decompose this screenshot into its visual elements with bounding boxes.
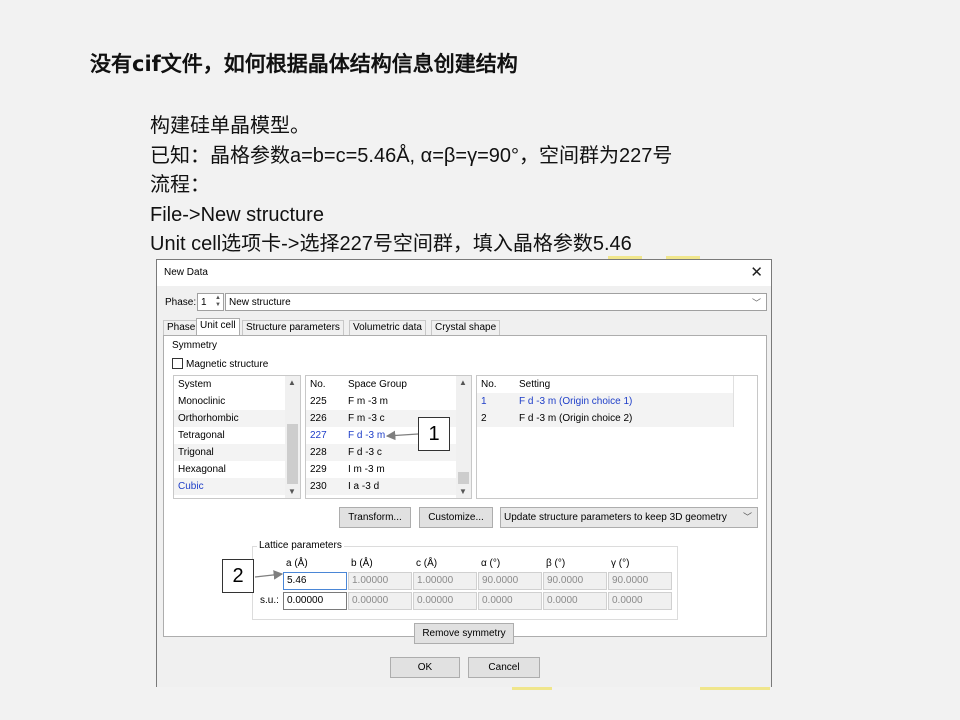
lattice-a-input[interactable]: 5.46	[283, 572, 347, 590]
su-gamma-input[interactable]: 0.0000	[608, 592, 672, 610]
list-item[interactable]: Trigonal	[174, 444, 300, 461]
table-row[interactable]: 2F d -3 m (Origin choice 2)	[477, 410, 733, 427]
table-row-selected[interactable]: 1F d -3 m (Origin choice 1)	[477, 393, 733, 410]
tab-structure-parameters[interactable]: Structure parameters	[242, 320, 344, 335]
tab-unit-cell[interactable]: Unit cell	[196, 318, 240, 336]
su-a-input[interactable]: 0.00000	[283, 592, 347, 610]
setting-list[interactable]: No. Setting 1F d -3 m (Origin choice 1) …	[476, 375, 758, 499]
phase-number: 1	[201, 297, 207, 308]
cancel-button[interactable]: Cancel	[468, 657, 540, 678]
su-alpha-input[interactable]: 0.0000	[478, 592, 542, 610]
table-row[interactable]: 229 I m -3 m	[306, 461, 471, 478]
column-divider	[733, 376, 734, 427]
ok-button[interactable]: OK	[390, 657, 460, 678]
header-beta: β (°)	[546, 558, 566, 569]
spacegroup-no-header: No.	[310, 379, 326, 390]
magnetic-structure-checkbox[interactable]: Magnetic structure	[172, 358, 268, 370]
dialog-titlebar[interactable]: New Data ✕	[157, 260, 771, 286]
body-line-5: Unit cell选项卡->选择227号空间群，填入晶格参数5.46	[150, 233, 632, 255]
tab-volumetric-data[interactable]: Volumetric data	[349, 320, 426, 335]
phase-spinner[interactable]: 1 ▲ ▼	[197, 293, 224, 311]
checkbox-box[interactable]	[172, 358, 183, 369]
header-c: c (Å)	[416, 558, 438, 569]
scroll-down-icon[interactable]: ▼	[288, 487, 296, 496]
body-line-3: 流程：	[150, 174, 210, 196]
header-a: a (Å)	[286, 558, 308, 569]
phase-name-combo[interactable]: New structure ﹀	[225, 293, 767, 311]
scroll-down-icon[interactable]: ▼	[459, 487, 467, 496]
list-item-selected[interactable]: Cubic	[174, 478, 300, 495]
su-beta-input[interactable]: 0.0000	[543, 592, 607, 610]
spacegroup-list-header: No. Space Group	[306, 376, 471, 393]
su-label: s.u.:	[260, 595, 279, 606]
callout-2: 2	[222, 559, 254, 593]
list-item[interactable]: Orthorhombic	[174, 410, 300, 427]
tab-phase[interactable]: Phase	[163, 320, 200, 335]
list-item[interactable]: Monoclinic	[174, 393, 300, 410]
new-data-dialog: New Data ✕ Phase: 1 ▲ ▼ New structure ﹀ …	[156, 259, 772, 687]
transform-button[interactable]: Transform...	[339, 507, 411, 528]
magnetic-structure-label: Magnetic structure	[186, 359, 269, 370]
spin-down-icon[interactable]: ▼	[215, 302, 221, 308]
chevron-down-icon[interactable]: ﹀	[752, 296, 761, 309]
update-structure-value: Update structure parameters to keep 3D g…	[504, 512, 727, 523]
setting-name-header: Setting	[519, 379, 551, 390]
phase-name-value: New structure	[229, 297, 291, 308]
list-item[interactable]: Tetragonal	[174, 427, 300, 444]
scroll-up-icon[interactable]: ▲	[459, 378, 467, 387]
scroll-thumb[interactable]	[287, 424, 298, 484]
spacegroup-name-header: Space Group	[348, 379, 407, 390]
body-line-1: 构建硅单晶模型。	[150, 115, 310, 137]
lattice-parameters-title: Lattice parameters	[257, 540, 344, 551]
scroll-up-icon[interactable]: ▲	[288, 378, 296, 387]
close-icon[interactable]: ✕	[750, 263, 763, 281]
dialog-content: Phase: 1 ▲ ▼ New structure ﹀ Phase Unit …	[157, 286, 771, 687]
table-row[interactable]: 230 I a -3 d	[306, 478, 471, 495]
phase-label: Phase:	[165, 297, 197, 308]
scroll-thumb[interactable]	[458, 472, 469, 484]
remove-symmetry-button[interactable]: Remove symmetry	[414, 623, 514, 644]
tab-crystal-shape[interactable]: Crystal shape	[431, 320, 501, 335]
list-item[interactable]: Hexagonal	[174, 461, 300, 478]
symmetry-label: Symmetry	[172, 340, 217, 351]
slide-body: 构建硅单晶模型。 已知：晶格参数a=b=c=5.46Å, α=β=γ=90°，空…	[150, 112, 672, 260]
header-b: b (Å)	[351, 558, 373, 569]
chevron-down-icon[interactable]: ﹀	[743, 508, 752, 527]
dialog-title: New Data	[164, 267, 208, 278]
system-list[interactable]: System Monoclinic Orthorhombic Tetragona…	[173, 375, 301, 499]
system-list-header: System	[174, 376, 300, 393]
customize-button[interactable]: Customize...	[419, 507, 493, 528]
spacegroup-scrollbar[interactable]: ▲ ▼	[456, 376, 471, 498]
lattice-c-input[interactable]: 1.00000	[413, 572, 477, 590]
system-header: System	[178, 379, 212, 390]
su-c-input[interactable]: 0.00000	[413, 592, 477, 610]
header-alpha: α (°)	[481, 558, 501, 569]
header-gamma: γ (°)	[611, 558, 630, 569]
slide-title: 没有cif文件，如何根据晶体结构信息创建结构	[90, 52, 518, 76]
callout-1: 1	[418, 417, 450, 451]
lattice-b-input[interactable]: 1.00000	[348, 572, 412, 590]
body-line-2: 已知：晶格参数a=b=c=5.46Å, α=β=γ=90°，空间群为227号	[150, 144, 673, 167]
lattice-beta-input[interactable]: 90.0000	[543, 572, 607, 590]
lattice-gamma-input[interactable]: 90.0000	[608, 572, 672, 590]
table-row[interactable]: 225 F m -3 m	[306, 393, 471, 410]
su-b-input[interactable]: 0.00000	[348, 592, 412, 610]
update-structure-combo[interactable]: Update structure parameters to keep 3D g…	[500, 507, 758, 528]
system-scrollbar[interactable]: ▲ ▼	[285, 376, 300, 498]
setting-no-header: No.	[481, 379, 497, 390]
body-line-4: File->New structure	[150, 203, 324, 226]
spin-up-icon[interactable]: ▲	[215, 295, 221, 301]
setting-list-header: No. Setting	[477, 376, 757, 393]
lattice-alpha-input[interactable]: 90.0000	[478, 572, 542, 590]
